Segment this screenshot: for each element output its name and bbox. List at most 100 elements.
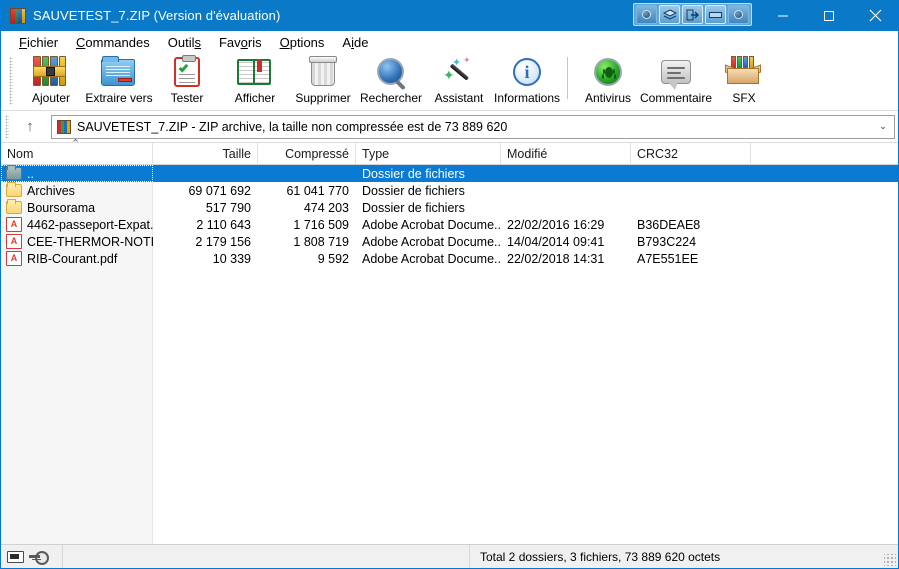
maximize-button[interactable] [806, 0, 852, 31]
table-row[interactable]: .. Dossier de fichiers [1, 165, 898, 182]
antivirus-bug-icon [590, 56, 626, 88]
menu-item-outils[interactable]: Outils [159, 33, 210, 52]
column-label: Nom [7, 146, 34, 161]
column-label: CRC32 [637, 146, 678, 161]
file-list-header: Nom ⌃ Taille Compressé Type Modifié CRC3… [1, 139, 898, 165]
toolbar-button-assistant[interactable]: ✦ ✦ ✦ Assistant [425, 53, 493, 107]
cell-compressed: 9 592 [317, 251, 349, 266]
title-bar: SAUVETEST_7.ZIP (Version d'évaluation) [1, 0, 898, 31]
column-header-nom[interactable]: Nom ⌃ [1, 139, 153, 164]
drive-icon[interactable] [7, 550, 24, 563]
up-one-level-button[interactable]: ↑ [15, 114, 45, 140]
cell-type: Dossier de fichiers [362, 200, 465, 215]
toolbar-button-afficher[interactable]: Afficher [221, 53, 289, 107]
toolbar-button-extraire-vers[interactable]: Extraire vers [85, 53, 153, 107]
status-total-text: Total 2 dossiers, 3 fichiers, 73 889 620… [480, 549, 721, 564]
cell-modified: 22/02/2018 14:31 [507, 251, 605, 266]
winrar-books-icon [57, 119, 71, 134]
pathbar-grip[interactable] [5, 114, 9, 139]
toolbar-label: Informations [493, 91, 561, 105]
minimize-button[interactable] [760, 0, 806, 31]
test-clipboard-icon [169, 55, 205, 88]
toolbar-label: Commentaire [639, 91, 713, 105]
cell-modified: 22/02/2016 16:29 [507, 217, 605, 232]
column-label: Modifié [507, 146, 548, 161]
cell-crc32 [631, 165, 751, 182]
cell-size [153, 165, 258, 182]
cell-modified: 14/04/2014 09:41 [507, 234, 605, 249]
table-row[interactable]: A CEE-THERMOR-NOTI... 2 179 156 1 808 719 Ad… [1, 233, 898, 250]
file-list[interactable]: .. Dossier de fichiers Archives 69 071 692 6… [1, 165, 898, 544]
dot-button-left[interactable] [636, 5, 657, 24]
toolbar-label: Assistant [434, 91, 484, 105]
pdf-icon-label: RIB-Courant.pdf [27, 251, 118, 266]
archive-path-field[interactable]: SAUVETEST_7.ZIP - ZIP archive, la taille… [51, 114, 895, 139]
winrar-books-icon [10, 7, 26, 24]
toolbar-label: Extraire vers [85, 91, 153, 105]
key-icon[interactable] [29, 550, 49, 565]
column-header-crc32[interactable]: CRC32 [631, 143, 751, 164]
export-button[interactable] [682, 5, 703, 24]
close-button[interactable] [852, 0, 898, 31]
cell-name: A 4462-passeport-Expat... [1, 216, 153, 233]
extract-to-folder-icon [101, 56, 137, 88]
toolbar-button-tester[interactable]: Tester [153, 53, 221, 107]
delete-trash-icon [305, 56, 341, 88]
cell-crc32: B36DEAE8 [637, 217, 701, 232]
cell-modified [501, 199, 631, 216]
column-label: Type [362, 146, 390, 161]
toolbar-button-supprimer[interactable]: Supprimer [289, 53, 357, 107]
column-header-type[interactable]: Type [356, 143, 501, 164]
menu-item-favoris[interactable]: Favoris [210, 33, 271, 52]
table-row[interactable]: Archives 69 071 692 61 041 770 Dossier de f… [1, 182, 898, 199]
menu-item-commandes[interactable]: Commandes [67, 33, 159, 52]
folder-icon-label: Archives [27, 183, 75, 198]
toolbar-grip[interactable] [9, 57, 13, 105]
cell-compressed [258, 165, 356, 182]
menu-bar: Fichier Commandes Outils Favoris Options… [1, 31, 898, 53]
file-list-rows: .. Dossier de fichiers Archives 69 071 692 6… [1, 165, 898, 267]
toolbar-separator [567, 57, 568, 99]
toolbar-button-ajouter[interactable]: Ajouter [17, 53, 85, 107]
toolbar-label: SFX [732, 91, 756, 105]
column-label: Compressé [285, 146, 349, 161]
table-row[interactable]: Boursorama 517 790 474 203 Dossier de fichi… [1, 199, 898, 216]
toolbar-button-informations[interactable]: i Informations [493, 53, 561, 107]
resize-grip[interactable] [884, 554, 896, 566]
menu-item-options[interactable]: Options [271, 33, 334, 52]
cell-size: 517 790 [205, 200, 251, 215]
status-bar: Total 2 dossiers, 3 fichiers, 73 889 620… [1, 544, 898, 568]
cell-type: Dossier de fichiers [362, 166, 465, 181]
column-header-modifie[interactable]: Modifié [501, 143, 631, 164]
add-archive-icon [33, 56, 69, 88]
toolbar-button-sfx[interactable]: SFX [710, 53, 778, 107]
column-header-compresse[interactable]: Compressé [258, 143, 356, 164]
table-row[interactable]: A 4462-passeport-Expat... 2 110 643 1 716 5… [1, 216, 898, 233]
layers-button[interactable] [659, 5, 680, 24]
pdf-icon-label: CEE-THERMOR-NOTI... [27, 234, 153, 249]
winrar-window: SAUVETEST_7.ZIP (Version d'évaluation) F… [0, 0, 899, 569]
pdf-icon-label: 4462-passeport-Expat... [27, 217, 153, 232]
cell-compressed: 1 808 719 [293, 234, 349, 249]
cell-size: 2 110 643 [196, 217, 251, 232]
wizard-wand-icon: ✦ ✦ ✦ [443, 55, 471, 83]
dot-button-right[interactable] [728, 5, 749, 24]
chevron-down-icon[interactable]: ⌄ [872, 116, 894, 138]
bar-button[interactable] [705, 5, 726, 24]
cell-compressed: 1 716 509 [293, 217, 349, 232]
toolbar-button-rechercher[interactable]: Rechercher [357, 53, 425, 107]
title-embedded-toolbar[interactable] [633, 3, 752, 26]
column-header-taille[interactable]: Taille [153, 143, 258, 164]
cell-type: Adobe Acrobat Docume... [362, 251, 501, 266]
archive-path-text: SAUVETEST_7.ZIP - ZIP archive, la taille… [77, 119, 508, 134]
cell-crc32: B793C224 [637, 234, 697, 249]
cell-type: Adobe Acrobat Docume... [362, 217, 501, 232]
toolbar-button-commentaire[interactable]: Commentaire [639, 53, 713, 107]
search-magnifier-icon [373, 56, 409, 88]
menu-item-fichier[interactable]: Fichier [10, 33, 67, 52]
table-row[interactable]: A RIB-Courant.pdf 10 339 9 592 Adobe Acrobat… [1, 250, 898, 267]
toolbar-button-antivirus[interactable]: Antivirus [574, 53, 642, 107]
status-message-area [63, 545, 470, 568]
cell-type: Adobe Acrobat Docume... [362, 234, 501, 249]
menu-item-aide[interactable]: Aide [333, 33, 377, 52]
